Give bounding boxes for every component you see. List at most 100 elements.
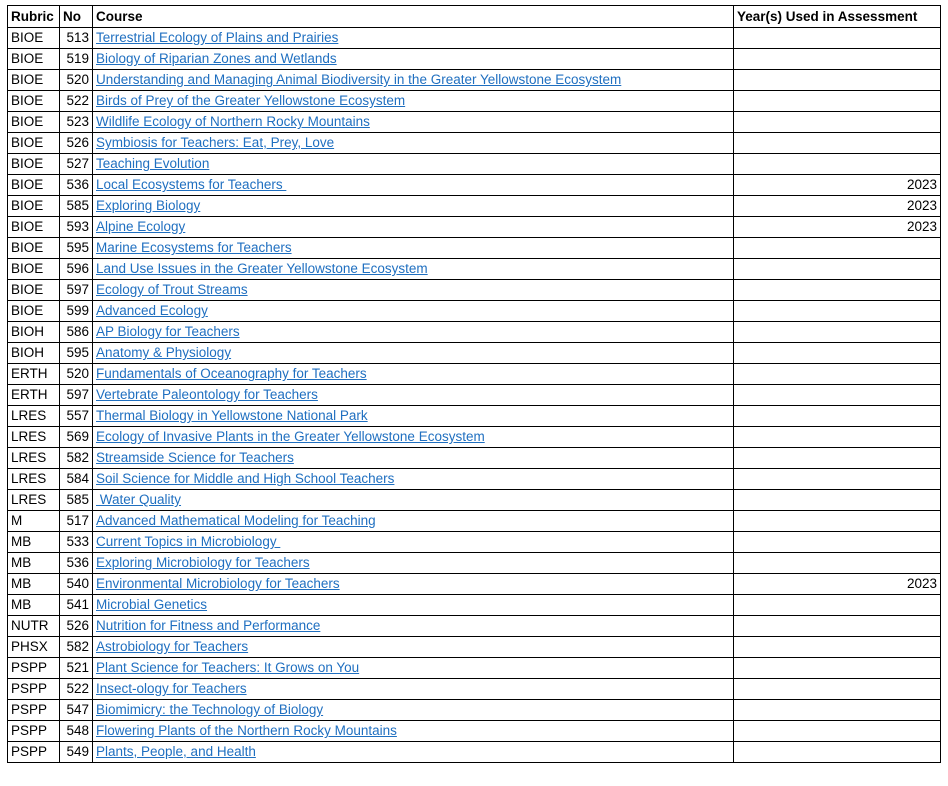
column-header-no: No bbox=[59, 5, 93, 28]
cell-course-title: Understanding and Managing Animal Biodiv… bbox=[92, 69, 734, 91]
cell-course-number: 582 bbox=[59, 447, 93, 469]
cell-rubric: BIOE bbox=[7, 195, 60, 217]
cell-course-number: 513 bbox=[59, 27, 93, 49]
table-row: PSPP 522 Insect-ology for Teachers bbox=[7, 678, 941, 700]
cell-rubric: ERTH bbox=[7, 384, 60, 406]
course-link[interactable]: Nutrition for Fitness and Performance bbox=[96, 618, 320, 633]
table-header: Rubric No Course Year(s) Used in Assessm… bbox=[7, 5, 941, 28]
course-link[interactable]: Terrestrial Ecology of Plains and Prairi… bbox=[96, 30, 338, 45]
cell-assessment-years: 2023 bbox=[733, 195, 941, 217]
course-link[interactable]: Fundamentals of Oceanography for Teacher… bbox=[96, 366, 367, 381]
table-row: M 517 Advanced Mathematical Modeling for T… bbox=[7, 510, 941, 532]
course-link[interactable]: Marine Ecosystems for Teachers bbox=[96, 240, 292, 255]
course-link[interactable]: Astrobiology for Teachers bbox=[96, 639, 248, 654]
cell-rubric: PSPP bbox=[7, 678, 60, 700]
table-row: BIOH 595 Anatomy & Physiology bbox=[7, 342, 941, 364]
cell-assessment-years bbox=[733, 741, 941, 763]
course-link[interactable]: AP Biology for Teachers bbox=[96, 324, 240, 339]
cell-course-title: Insect-ology for Teachers bbox=[92, 678, 734, 700]
cell-course-title: Plant Science for Teachers: It Grows on … bbox=[92, 657, 734, 679]
course-link[interactable]: Thermal Biology in Yellowstone National … bbox=[96, 408, 368, 423]
table-row: LRES 584 Soil Science for Middle and High … bbox=[7, 468, 941, 490]
course-link[interactable]: Symbiosis for Teachers: Eat, Prey, Love bbox=[96, 135, 334, 150]
course-link[interactable]: Microbial Genetics bbox=[96, 597, 207, 612]
cell-course-number: 536 bbox=[59, 174, 93, 196]
course-link[interactable]: Advanced Ecology bbox=[96, 303, 208, 318]
cell-course-number: 517 bbox=[59, 510, 93, 532]
cell-rubric: LRES bbox=[7, 489, 60, 511]
cell-rubric: LRES bbox=[7, 468, 60, 490]
cell-assessment-years bbox=[733, 636, 941, 658]
course-link[interactable]: Understanding and Managing Animal Biodiv… bbox=[96, 72, 621, 87]
cell-course-title: Astrobiology for Teachers bbox=[92, 636, 734, 658]
course-link[interactable]: Streamside Science for Teachers bbox=[96, 450, 294, 465]
course-link[interactable]: Wildlife Ecology of Northern Rocky Mount… bbox=[96, 114, 370, 129]
cell-rubric: PSPP bbox=[7, 741, 60, 763]
course-link[interactable]: Exploring Biology bbox=[96, 198, 200, 213]
cell-rubric: PSPP bbox=[7, 720, 60, 742]
cell-assessment-years bbox=[733, 405, 941, 427]
table-row: BIOE 520 Understanding and Managing Animal… bbox=[7, 69, 941, 91]
cell-assessment-years bbox=[733, 279, 941, 301]
cell-course-number: 522 bbox=[59, 90, 93, 112]
course-link[interactable]: Alpine Ecology bbox=[96, 219, 185, 234]
course-link[interactable]: Ecology of Invasive Plants in the Greate… bbox=[96, 429, 485, 444]
cell-course-title: Nutrition for Fitness and Performance bbox=[92, 615, 734, 637]
course-link[interactable]: Water Quality bbox=[96, 492, 181, 507]
cell-assessment-years bbox=[733, 531, 941, 553]
cell-course-number: 585 bbox=[59, 489, 93, 511]
cell-course-number: 582 bbox=[59, 636, 93, 658]
course-link[interactable]: Local Ecosystems for Teachers bbox=[96, 177, 286, 192]
cell-course-number: 547 bbox=[59, 699, 93, 721]
cell-course-number: 596 bbox=[59, 258, 93, 280]
course-link[interactable]: Biomimicry: the Technology of Biology bbox=[96, 702, 323, 717]
course-link[interactable]: Current Topics in Microbiology bbox=[96, 534, 280, 549]
cell-assessment-years bbox=[733, 426, 941, 448]
cell-course-number: 595 bbox=[59, 342, 93, 364]
cell-rubric: BIOE bbox=[7, 300, 60, 322]
course-link[interactable]: Exploring Microbiology for Teachers bbox=[96, 555, 310, 570]
course-link[interactable]: Insect-ology for Teachers bbox=[96, 681, 247, 696]
table-row: LRES 557 Thermal Biology in Yellowstone Na… bbox=[7, 405, 941, 427]
table-row: PHSX 582 Astrobiology for Teachers bbox=[7, 636, 941, 658]
course-link[interactable]: Soil Science for Middle and High School … bbox=[96, 471, 394, 486]
course-link[interactable]: Birds of Prey of the Greater Yellowstone… bbox=[96, 93, 405, 108]
cell-course-title: Thermal Biology in Yellowstone National … bbox=[92, 405, 734, 427]
cell-course-number: 584 bbox=[59, 468, 93, 490]
cell-course-title: Teaching Evolution bbox=[92, 153, 734, 175]
course-link[interactable]: Plant Science for Teachers: It Grows on … bbox=[96, 660, 359, 675]
course-link[interactable]: Advanced Mathematical Modeling for Teach… bbox=[96, 513, 376, 528]
course-link[interactable]: Vertebrate Paleontology for Teachers bbox=[96, 387, 318, 402]
table-row: BIOE 536 Local Ecosystems for Teachers 202… bbox=[7, 174, 941, 196]
cell-course-title: Flowering Plants of the Northern Rocky M… bbox=[92, 720, 734, 742]
cell-course-title: Fundamentals of Oceanography for Teacher… bbox=[92, 363, 734, 385]
cell-course-number: 526 bbox=[59, 615, 93, 637]
cell-course-number: 519 bbox=[59, 48, 93, 70]
course-link[interactable]: Plants, People, and Health bbox=[96, 744, 256, 759]
table-row: BIOE 523 Wildlife Ecology of Northern Rock… bbox=[7, 111, 941, 133]
course-link[interactable]: Flowering Plants of the Northern Rocky M… bbox=[96, 723, 397, 738]
cell-course-title: Land Use Issues in the Greater Yellowsto… bbox=[92, 258, 734, 280]
cell-course-number: 595 bbox=[59, 237, 93, 259]
cell-course-number: 586 bbox=[59, 321, 93, 343]
cell-course-title: Local Ecosystems for Teachers bbox=[92, 174, 734, 196]
table-row: BIOE 596 Land Use Issues in the Greater Ye… bbox=[7, 258, 941, 280]
cell-course-title: Environmental Microbiology for Teachers bbox=[92, 573, 734, 595]
cell-course-title: Plants, People, and Health bbox=[92, 741, 734, 763]
course-link[interactable]: Land Use Issues in the Greater Yellowsto… bbox=[96, 261, 428, 276]
cell-course-number: 597 bbox=[59, 384, 93, 406]
cell-course-title: Streamside Science for Teachers bbox=[92, 447, 734, 469]
cell-rubric: PSPP bbox=[7, 699, 60, 721]
course-link[interactable]: Biology of Riparian Zones and Wetlands bbox=[96, 51, 337, 66]
cell-assessment-years bbox=[733, 510, 941, 532]
course-link[interactable]: Ecology of Trout Streams bbox=[96, 282, 248, 297]
cell-course-number: 585 bbox=[59, 195, 93, 217]
course-link[interactable]: Anatomy & Physiology bbox=[96, 345, 231, 360]
cell-rubric: BIOE bbox=[7, 69, 60, 91]
cell-rubric: MB bbox=[7, 531, 60, 553]
cell-assessment-years bbox=[733, 678, 941, 700]
course-link[interactable]: Environmental Microbiology for Teachers bbox=[96, 576, 340, 591]
cell-course-title: Biomimicry: the Technology of Biology bbox=[92, 699, 734, 721]
course-link[interactable]: Teaching Evolution bbox=[96, 156, 209, 171]
course-list-table: Rubric No Course Year(s) Used in Assessm… bbox=[7, 5, 941, 763]
